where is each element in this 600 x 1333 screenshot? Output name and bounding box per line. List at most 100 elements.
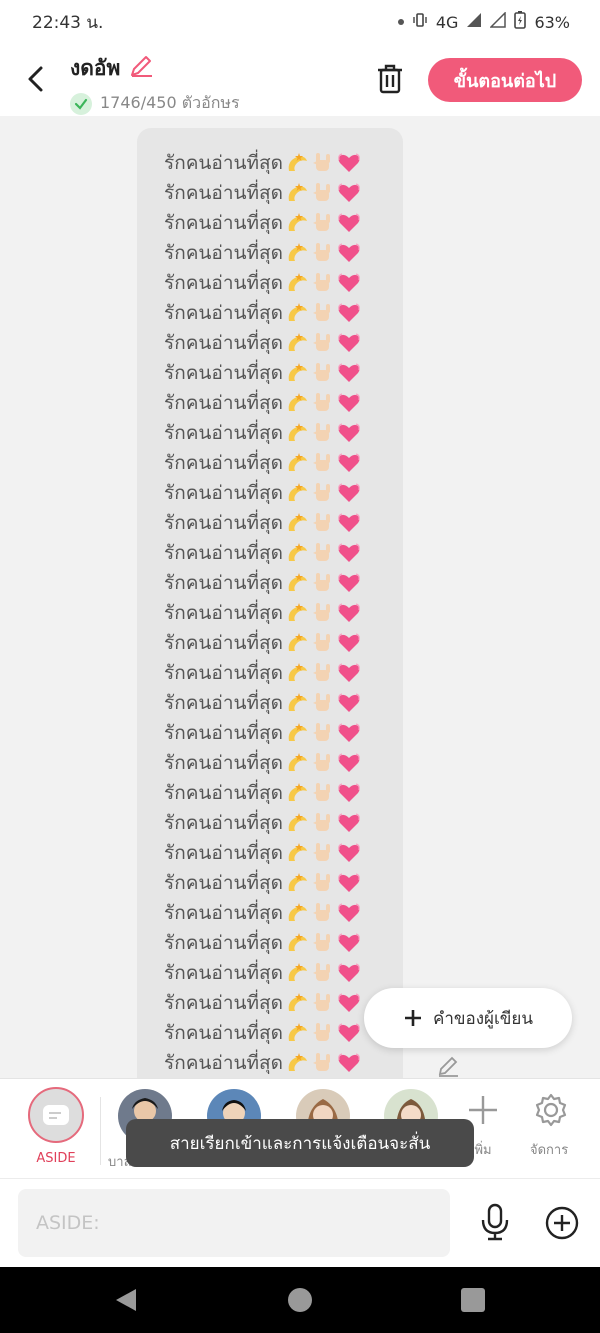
notification-dot-icon (397, 19, 404, 25)
manage-characters-button[interactable] (532, 1091, 570, 1129)
rock-hand-icon (311, 391, 335, 415)
message-line-text: รักคนอ่านที่สุด (164, 422, 283, 444)
message-input[interactable]: ASIDE: (18, 1189, 450, 1257)
heart-icon (337, 841, 361, 865)
network-label: 4G (435, 12, 459, 32)
trash-icon (378, 64, 402, 94)
heart-icon (337, 481, 361, 505)
message-line-text: รักคนอ่านที่สุด (164, 872, 283, 894)
dizzy-star-icon (285, 931, 309, 955)
dizzy-star-icon (285, 1051, 309, 1075)
rock-hand-icon (311, 781, 335, 805)
next-step-button[interactable]: ขั้นตอนต่อไป (428, 58, 582, 102)
battery-icon (514, 11, 527, 33)
rock-hand-icon (311, 181, 335, 205)
rock-hand-icon (311, 1021, 335, 1045)
rock-hand-icon (311, 211, 335, 235)
message-line-text: รักคนอ่านที่สุด (164, 242, 283, 264)
gear-icon (535, 1093, 567, 1127)
nav-recents-icon[interactable] (461, 1288, 485, 1312)
dizzy-star-icon (285, 961, 309, 985)
message-line: รักคนอ่านที่สุด (164, 448, 403, 478)
dizzy-star-icon (285, 451, 309, 475)
rock-hand-icon (311, 1051, 335, 1075)
message-line: รักคนอ่านที่สุด (164, 688, 403, 718)
message-line-text: รักคนอ่านที่สุด (164, 452, 283, 474)
message-line-text: รักคนอ่านที่สุด (164, 152, 283, 174)
dizzy-star-icon (285, 751, 309, 775)
page-title: งดอัพ (70, 56, 121, 80)
dizzy-star-icon (285, 991, 309, 1015)
edit-title-icon[interactable] (128, 53, 154, 84)
back-button[interactable] (22, 62, 50, 96)
message-line-text: รักคนอ่านที่สุด (164, 1022, 283, 1044)
heart-icon (337, 451, 361, 475)
signal-2-icon (489, 11, 507, 32)
message-line: รักคนอ่านที่สุด (164, 238, 403, 268)
heart-icon (337, 301, 361, 325)
message-line-text: รักคนอ่านที่สุด (164, 782, 283, 804)
message-bubble[interactable]: รักคนอ่านที่สุด รักคนอ่านที่สุด รักคนอ่านท… (137, 128, 403, 1078)
heart-icon (337, 991, 361, 1015)
edit-pencil-icon[interactable] (436, 1054, 460, 1078)
rock-hand-icon (311, 631, 335, 655)
message-line: รักคนอ่านที่สุด (164, 598, 403, 628)
heart-icon (337, 811, 361, 835)
message-line-text: รักคนอ่านที่สุด (164, 602, 283, 624)
message-line: รักคนอ่านที่สุด (164, 958, 403, 988)
message-line: รักคนอ่านที่สุด (164, 838, 403, 868)
message-line-text: รักคนอ่านที่สุด (164, 212, 283, 234)
back-arrow-icon (28, 66, 43, 92)
character-counter: 1746/450 ตัวอักษร (100, 93, 240, 112)
rock-hand-icon (311, 841, 335, 865)
vibrate-icon (412, 12, 428, 32)
message-line-text: รักคนอ่านที่สุด (164, 302, 283, 324)
rock-hand-icon (311, 421, 335, 445)
message-line: รักคนอ่านที่สุด (164, 148, 403, 178)
heart-icon (337, 361, 361, 385)
add-media-button[interactable] (544, 1205, 580, 1241)
heart-icon (337, 721, 361, 745)
heart-icon (337, 511, 361, 535)
dizzy-star-icon (285, 511, 309, 535)
status-bar: 22:43 น. 4G 63% (0, 0, 600, 44)
message-line-text: รักคนอ่านที่สุด (164, 812, 283, 834)
rock-hand-icon (311, 361, 335, 385)
message-line: รักคนอ่านที่สุด (164, 388, 403, 418)
message-line-text: รักคนอ่านที่สุด (164, 392, 283, 414)
rock-hand-icon (311, 931, 335, 955)
heart-icon (337, 151, 361, 175)
rock-hand-icon (311, 961, 335, 985)
dizzy-star-icon (285, 781, 309, 805)
dizzy-star-icon (285, 481, 309, 505)
dizzy-star-icon (285, 361, 309, 385)
editor-header: งดอัพ 1746/450 ตัวอักษร ขั้นตอนต่อไป (0, 44, 600, 116)
aside-character-button[interactable] (28, 1087, 84, 1143)
message-line-text: รักคนอ่านที่สุด (164, 512, 283, 534)
heart-icon (337, 391, 361, 415)
message-line-text: รักคนอ่านที่สุด (164, 692, 283, 714)
rock-hand-icon (311, 991, 335, 1015)
dizzy-star-icon (285, 391, 309, 415)
message-line: รักคนอ่านที่สุด (164, 568, 403, 598)
heart-icon (337, 781, 361, 805)
delete-button[interactable] (374, 62, 406, 96)
message-line-text: รักคนอ่านที่สุด (164, 542, 283, 564)
message-line: รักคนอ่านที่สุด (164, 178, 403, 208)
nav-home-icon[interactable] (288, 1288, 312, 1312)
dizzy-star-icon (285, 691, 309, 715)
message-line: รักคนอ่านที่สุด (164, 268, 403, 298)
dizzy-star-icon (285, 601, 309, 625)
heart-icon (337, 691, 361, 715)
dizzy-star-icon (285, 421, 309, 445)
plus-icon (404, 1010, 421, 1026)
nav-back-icon[interactable] (114, 1287, 138, 1313)
author-note-button[interactable]: คำของผู้เขียน (364, 988, 572, 1048)
microphone-button[interactable] (478, 1203, 512, 1241)
dizzy-star-icon (285, 331, 309, 355)
dizzy-star-icon (285, 571, 309, 595)
dizzy-star-icon (285, 721, 309, 745)
dizzy-star-icon (285, 181, 309, 205)
author-note-label: คำของผู้เขียน (432, 1008, 534, 1029)
message-line: รักคนอ่านที่สุด (164, 418, 403, 448)
